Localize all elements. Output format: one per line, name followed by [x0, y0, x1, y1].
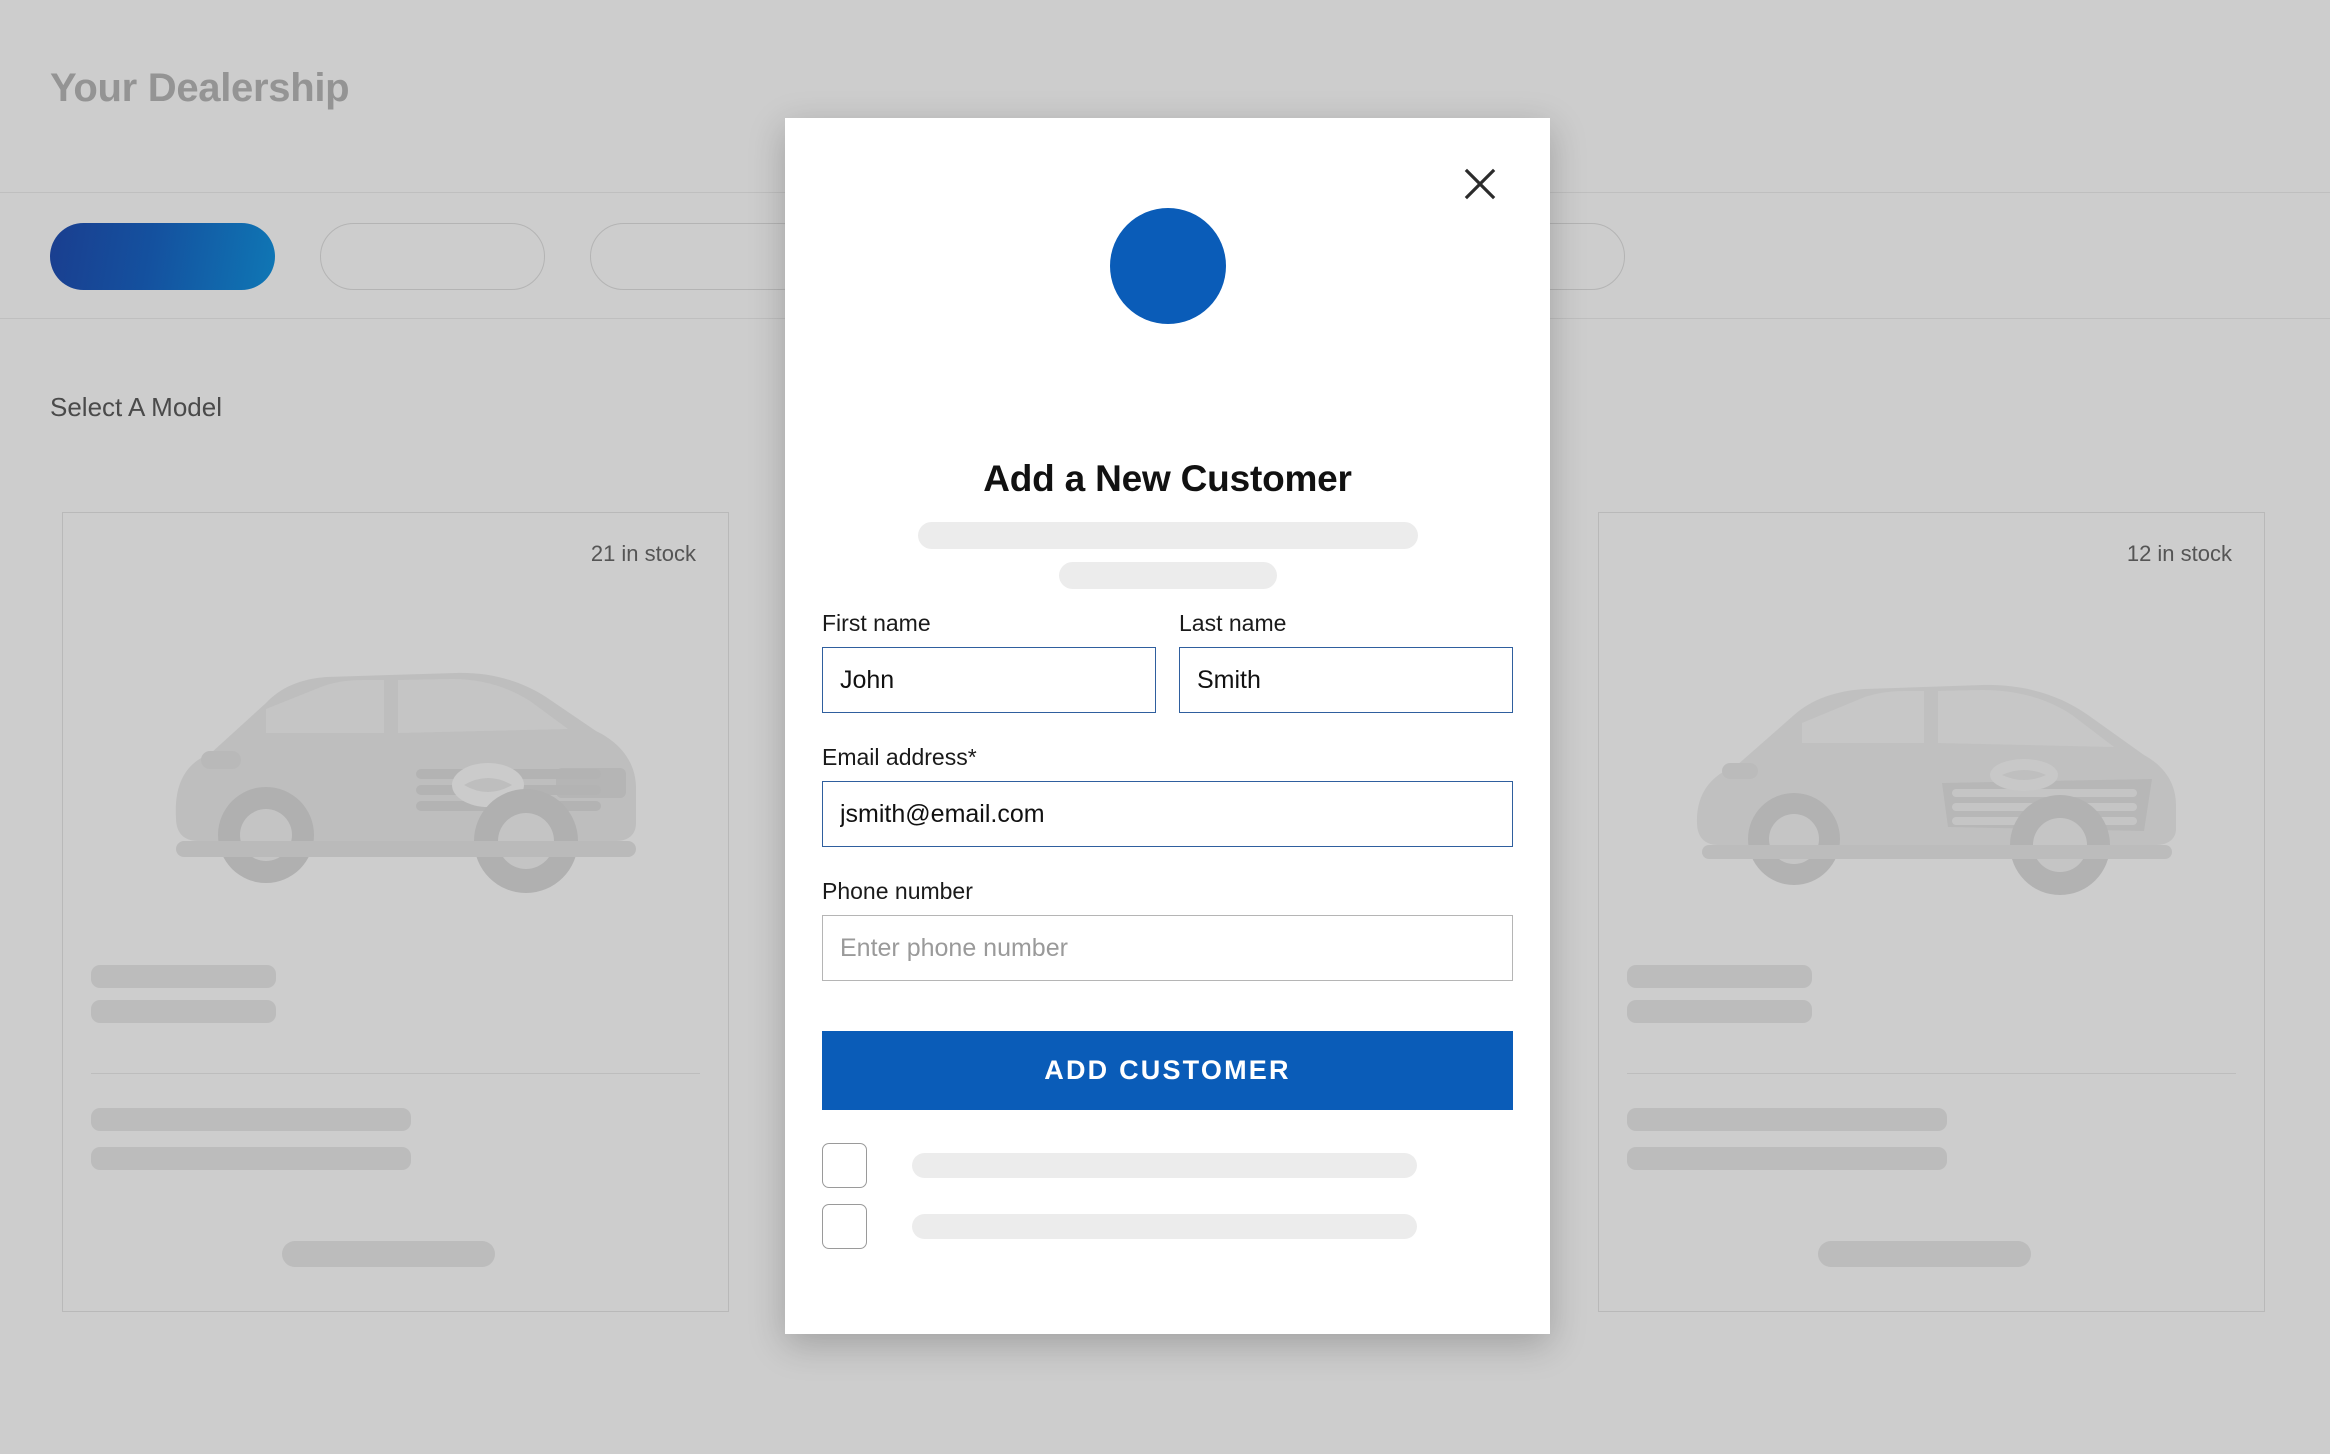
consent-row-1	[822, 1143, 1513, 1188]
card-skeleton-line	[91, 1000, 276, 1023]
consent-skeleton-label	[912, 1214, 1417, 1239]
card-skeleton-line	[1627, 1000, 1812, 1023]
card-divider	[91, 1073, 700, 1074]
card-skeleton-line	[91, 1147, 411, 1170]
card-skeleton-line	[91, 965, 276, 988]
last-name-group: Last name	[1179, 610, 1513, 713]
avatar	[1109, 208, 1226, 324]
suv-vehicle-image	[175, 672, 636, 893]
add-customer-form: First name Last name Email address* Phon…	[822, 610, 1513, 1249]
consent-checkbox-1[interactable]	[822, 1143, 867, 1188]
section-label-select-a-model: Select A Model	[50, 392, 222, 422]
model-card-sedan[interactable]: 12 in stock	[1598, 512, 2265, 1312]
add-customer-modal: Add a New Customer First name Last name …	[785, 118, 1550, 1334]
last-name-input[interactable]	[1179, 647, 1513, 713]
card-skeleton-line	[1627, 1147, 1947, 1170]
nav-pill-1-active[interactable]	[50, 223, 275, 290]
consent-checkbox-2[interactable]	[822, 1204, 867, 1249]
phone-label: Phone number	[822, 878, 973, 904]
first-name-input[interactable]	[822, 647, 1156, 713]
name-field-row: First name Last name	[822, 610, 1513, 713]
email-label: Email address*	[822, 744, 977, 770]
card-divider	[1627, 1073, 2236, 1074]
page-title: Your Dealership	[50, 66, 350, 110]
consent-row-2	[822, 1204, 1513, 1249]
stock-badge: 21 in stock	[590, 541, 696, 566]
nav-pill-2[interactable]	[320, 223, 545, 290]
add-customer-button[interactable]: ADD CUSTOMER	[822, 1031, 1513, 1110]
stock-badge: 12 in stock	[2126, 541, 2232, 566]
first-name-group: First name	[822, 610, 1156, 713]
modal-skeleton-line	[917, 522, 1418, 549]
email-group: Email address*	[822, 744, 1513, 847]
card-skeleton-line	[1627, 1108, 1947, 1131]
phone-input[interactable]	[822, 915, 1513, 981]
consent-skeleton-label	[912, 1153, 1417, 1178]
card-skeleton-line	[1627, 965, 1812, 988]
phone-group: Phone number	[822, 878, 1513, 981]
modal-skeleton-line	[1058, 562, 1277, 589]
nav-pill-3[interactable]	[590, 223, 815, 290]
last-name-label: Last name	[1179, 610, 1287, 636]
first-name-label: First name	[822, 610, 931, 636]
close-icon-glyph	[1464, 168, 1496, 200]
card-skeleton-line	[91, 1108, 411, 1131]
modal-title: Add a New Customer	[983, 458, 1352, 499]
sedan-vehicle-image	[1696, 684, 2176, 895]
email-field[interactable]	[822, 781, 1513, 847]
card-skeleton-button	[1818, 1241, 2031, 1267]
card-skeleton-button	[282, 1241, 495, 1267]
model-card-suv[interactable]: 21 in stock	[62, 512, 729, 1312]
close-icon[interactable]	[1456, 160, 1504, 208]
